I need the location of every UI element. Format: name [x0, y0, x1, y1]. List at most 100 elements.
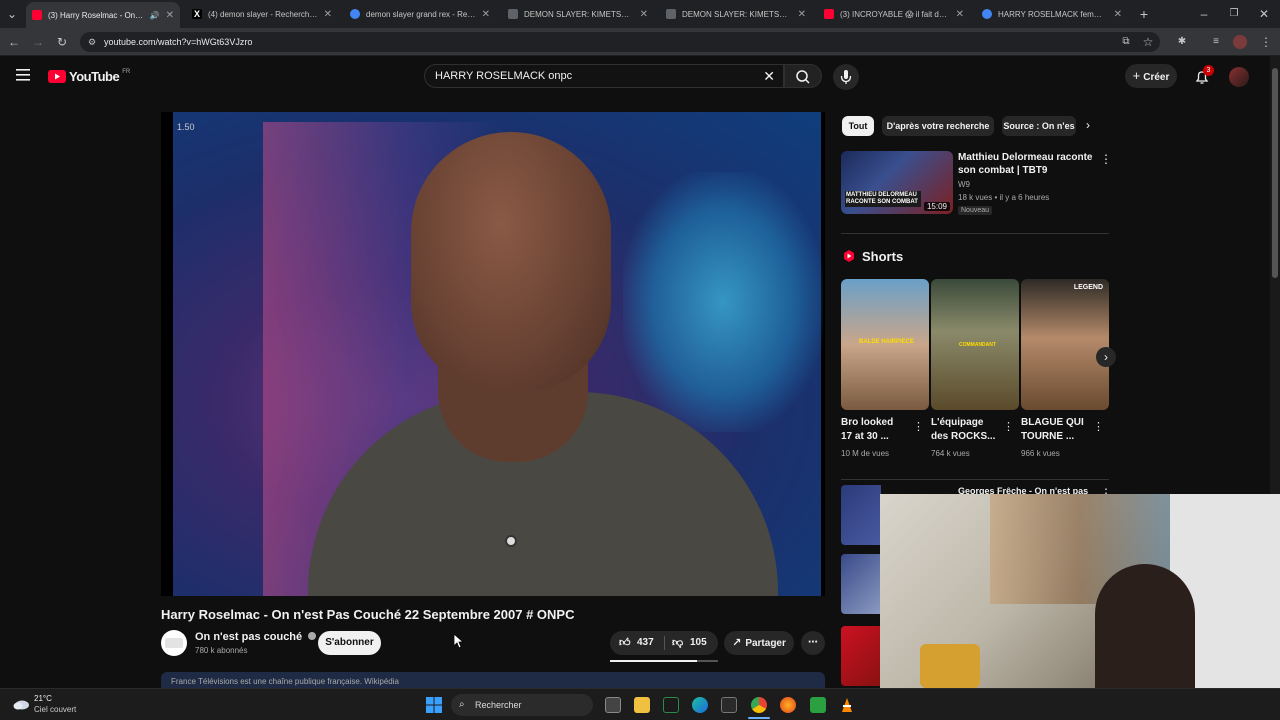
recommended-thumbnail[interactable] — [841, 554, 881, 614]
new-tab-plus-icon[interactable]: + — [1136, 6, 1152, 22]
recommended-channel[interactable]: W9 — [958, 180, 970, 189]
browser-menu-icon[interactable]: ⋮ — [1258, 34, 1274, 50]
channel-avatar[interactable] — [161, 630, 187, 656]
more-actions-button[interactable]: ⋯ — [801, 631, 825, 655]
back-arrow-icon[interactable]: ← — [6, 34, 22, 50]
short-title-2[interactable]: L'équipage des ROCKS... — [931, 416, 1005, 444]
reading-list-icon[interactable]: ≡ — [1208, 34, 1224, 50]
forward-arrow-icon[interactable]: → — [30, 34, 46, 50]
game-app-icon[interactable] — [810, 697, 826, 713]
short-caption: COMMANDANT — [959, 342, 996, 348]
more-vertical-icon[interactable]: ⋮ — [1100, 152, 1112, 166]
shorts-next-button[interactable]: › — [1096, 347, 1116, 367]
short-thumbnail-2[interactable]: COMMANDANT — [931, 279, 1019, 410]
short-caption: LEGEND — [1073, 284, 1103, 291]
recommended-thumbnail[interactable]: MATTHIEU DELORMEAU RACONTE SON COMBAT 15… — [841, 151, 953, 214]
clear-search-icon[interactable]: ✕ — [763, 65, 775, 87]
chrome-browser-icon[interactable] — [751, 697, 767, 713]
dislike-button[interactable]: 👎︎ 105 — [666, 631, 718, 655]
close-window-icon[interactable]: ✕ — [1256, 6, 1272, 22]
recommended-thumbnail[interactable] — [841, 626, 881, 686]
voice-search-button[interactable] — [833, 64, 859, 90]
more-vertical-icon[interactable]: ⋮ — [913, 420, 924, 433]
extensions-puzzle-icon[interactable]: ✱ — [1174, 34, 1190, 50]
edge-browser-icon[interactable] — [692, 697, 708, 713]
divider — [841, 479, 1109, 480]
share-button[interactable]: ↗ Partager — [724, 631, 794, 655]
taskbar-search-input[interactable]: ⌕ Rechercher — [451, 694, 593, 716]
close-tab-icon[interactable]: ✕ — [1114, 9, 1122, 20]
close-tab-icon[interactable]: ✕ — [166, 10, 174, 21]
microsoft-store-icon[interactable] — [721, 697, 737, 713]
short-thumbnail-3[interactable]: LEGEND — [1021, 279, 1109, 410]
short-title-1[interactable]: Bro looked 17 at 30 ... — [841, 416, 915, 444]
thumbnail-caption: MATTHIEU DELORMEAU RACONTE SON COMBAT — [845, 191, 921, 207]
recommended-thumbnail[interactable] — [841, 485, 881, 545]
lapel-microphone — [505, 535, 517, 547]
tab-demon-slayer-grand-rex[interactable]: demon slayer grand rex - Reche ✕ — [344, 4, 496, 24]
chip-all[interactable]: Tout — [842, 116, 874, 136]
nvidia-app-icon[interactable] — [663, 697, 679, 713]
close-tab-icon[interactable]: ✕ — [640, 9, 648, 20]
tab-harry-roselmack-femme[interactable]: HARRY ROSELMACK femme - F ✕ — [976, 4, 1128, 24]
chip-source[interactable]: Source : On n'es — [1002, 116, 1076, 136]
more-vertical-icon[interactable]: ⋮ — [1003, 420, 1014, 433]
weather-description[interactable]: Ciel couvert — [34, 705, 76, 714]
recommended-title[interactable]: Matthieu Delormeau raconte son combat | … — [958, 151, 1098, 177]
minimize-window-icon[interactable]: – — [1196, 6, 1212, 22]
reload-icon[interactable]: ↻ — [54, 34, 70, 50]
install-app-icon[interactable]: ⧉ — [1118, 34, 1134, 50]
windows-start-icon[interactable] — [426, 697, 442, 713]
video-player[interactable]: 1.50 — [161, 112, 825, 596]
firefox-browser-icon[interactable] — [780, 697, 796, 713]
tab-demon-slayer-1[interactable]: DEMON SLAYER: KIMETSU NO ✕ — [502, 4, 654, 24]
chip-related-search[interactable]: D'après votre recherche — [882, 116, 994, 136]
tab-search-chevron-icon[interactable]: ⌄ — [4, 6, 20, 22]
chevron-right-icon[interactable]: › — [1086, 118, 1090, 132]
close-tab-icon[interactable]: ✕ — [798, 9, 806, 20]
tab-harry-roselmac[interactable]: (3) Harry Roselmac - On n'e 🔊 ✕ — [26, 2, 180, 28]
profile-avatar-icon[interactable] — [1232, 34, 1248, 50]
vlc-cone-icon[interactable] — [839, 697, 855, 713]
close-tab-icon[interactable]: ✕ — [324, 9, 332, 20]
thumbs-down-icon: 👎︎ — [672, 637, 684, 649]
channel-name[interactable]: On n'est pas couché — [195, 631, 317, 643]
restore-window-icon[interactable]: ❐ — [1226, 6, 1242, 22]
site-info-icon[interactable]: ⚙ — [88, 32, 96, 52]
shorts-heading: Shorts — [862, 249, 904, 264]
bookmark-star-icon[interactable]: ☆ — [1140, 34, 1156, 50]
search-button[interactable] — [784, 64, 822, 88]
tab-incroyable[interactable]: (3) INCROYABLE 😱 il fait des r ✕ — [818, 4, 970, 24]
close-tab-icon[interactable]: ✕ — [482, 9, 490, 20]
notifications-button[interactable]: 3 — [1193, 65, 1214, 86]
audio-icon[interactable]: 🔊 — [150, 11, 160, 20]
tab-title: DEMON SLAYER: KIMETSU NO — [524, 9, 634, 19]
short-views: 10 M de vues — [841, 449, 890, 458]
close-tab-icon[interactable]: ✕ — [956, 9, 964, 20]
weather-temperature[interactable]: 21°C — [34, 694, 52, 703]
short-title-3[interactable]: BLAGUE QUI TOURNE ... — [1021, 416, 1095, 444]
tab-demon-slayer-2[interactable]: DEMON SLAYER: KIMETSU NO ✕ — [660, 4, 812, 24]
youtube-logo[interactable]: YouTube FR — [48, 69, 130, 84]
hamburger-menu-icon[interactable] — [16, 68, 32, 82]
more-vertical-icon[interactable]: ⋮ — [1093, 420, 1104, 433]
search-input[interactable]: HARRY ROSELMACK onpc ✕ — [424, 64, 784, 88]
account-avatar[interactable] — [1229, 67, 1249, 87]
subscribe-button[interactable]: S'abonner — [318, 631, 381, 655]
scrollbar-thumb[interactable] — [1272, 68, 1278, 278]
task-view-icon[interactable] — [605, 697, 621, 713]
chevron-right-icon: › — [1104, 350, 1108, 364]
like-ratio-fill — [610, 660, 698, 662]
recommended-meta: 18 k vues • il y a 6 heures — [958, 193, 1050, 202]
page-favicon-icon — [508, 9, 518, 19]
streamer — [1095, 564, 1195, 688]
address-bar[interactable]: ⚙ youtube.com/watch?v=hWGt63VJzro — [80, 32, 1160, 52]
dislike-count: 105 — [690, 637, 707, 648]
tab-demon-slayer-x[interactable]: X (4) demon slayer - Recherche / ✕ — [186, 4, 338, 24]
file-explorer-icon[interactable] — [634, 697, 650, 713]
like-button[interactable]: 👍︎ 437 — [610, 631, 664, 655]
create-button[interactable]: + Créer — [1125, 64, 1177, 88]
video-overlay-text: 1.50 — [177, 122, 195, 132]
description-box[interactable]: France Télévisions est une chaîne publiq… — [161, 672, 825, 688]
short-thumbnail-1[interactable]: BALDE HAIRPIECE — [841, 279, 929, 410]
